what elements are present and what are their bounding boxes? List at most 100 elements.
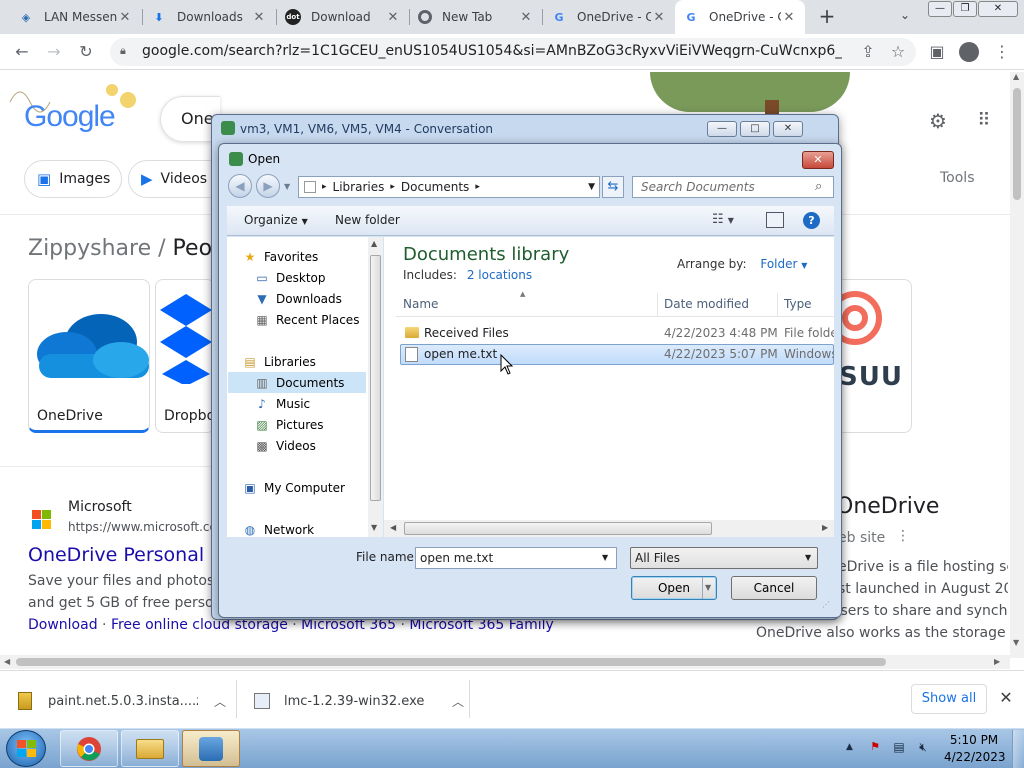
url-text[interactable]: google.com/search?rlz=1C1GCEU_enUS1054US…: [142, 43, 842, 61]
action-center-icon[interactable]: ⚑: [868, 740, 882, 754]
taskbar-lan-messenger[interactable]: [182, 730, 240, 767]
tab-new-tab[interactable]: New Tab ✕: [410, 0, 542, 34]
tab-lan-messenger[interactable]: ◈ LAN Messen ✕: [6, 0, 141, 34]
close-tab-icon[interactable]: ✕: [651, 10, 667, 25]
tab-download[interactable]: dot Download ✕: [277, 0, 409, 34]
nav-item-network[interactable]: ◍ Network: [242, 519, 314, 540]
scroll-up-icon[interactable]: ▲: [371, 239, 377, 248]
card-onedrive[interactable]: OneDrive: [28, 279, 150, 433]
chevron-up-icon[interactable]: ︿: [452, 693, 464, 710]
close-tab-icon[interactable]: ✕: [385, 10, 401, 25]
close-shelf-icon[interactable]: ✕: [996, 688, 1016, 710]
forward-arrow-icon[interactable]: ▶: [256, 174, 280, 198]
close-tab-icon[interactable]: ✕: [518, 10, 534, 25]
card-issuu[interactable]: SUU: [834, 279, 912, 433]
nav-item-favorites[interactable]: ★ Favorites: [242, 246, 319, 267]
tools-button[interactable]: Tools: [940, 170, 975, 186]
taskbar-chrome[interactable]: [60, 730, 118, 767]
close-icon[interactable]: ✕: [773, 121, 803, 137]
bookmark-star-icon[interactable]: ☆: [888, 42, 908, 62]
show-all-button[interactable]: Show all: [911, 684, 987, 714]
nav-item-pictures[interactable]: ▨ Pictures: [254, 414, 323, 435]
maximize-icon[interactable]: □: [740, 121, 770, 137]
column-name[interactable]: Name: [403, 297, 438, 311]
arrange-by-dropdown[interactable]: Folder ▼: [760, 257, 807, 271]
nav-item-libraries[interactable]: ▤ Libraries: [242, 351, 316, 372]
breadcrumb-documents[interactable]: Documents: [401, 180, 469, 194]
tab-downloads[interactable]: ⬇ Downloads ✕: [143, 0, 275, 34]
back-arrow-icon[interactable]: ◀: [228, 174, 252, 198]
recent-pages-chevron-icon[interactable]: ▼: [284, 182, 290, 191]
breadcrumb-libraries[interactable]: Libraries: [333, 180, 385, 194]
vertical-scrollbar[interactable]: ▲ ▼: [1010, 72, 1024, 658]
apps-grid-icon[interactable]: ⠿: [973, 110, 995, 132]
resize-grip-icon[interactable]: ⋰: [822, 600, 830, 609]
download-item-lmc[interactable]: lmc-1.2.39-win32.exe ︿: [254, 690, 474, 712]
nav-scrollbar[interactable]: ▲ ▼: [368, 237, 383, 537]
preview-pane-icon[interactable]: [766, 212, 784, 228]
forward-arrow-icon[interactable]: →: [44, 42, 64, 62]
dialog-close-button[interactable]: ✕: [802, 151, 834, 169]
split-arrow-icon[interactable]: ▼: [705, 577, 711, 599]
close-tab-icon[interactable]: ✕: [251, 10, 267, 25]
share-icon[interactable]: ⇪: [858, 42, 878, 62]
nav-item-documents[interactable]: ▥ Documents: [228, 372, 366, 393]
nav-item-desktop[interactable]: ▭ Desktop: [254, 267, 325, 288]
refresh-icon[interactable]: ⇆: [602, 176, 624, 198]
column-divider[interactable]: [777, 293, 778, 317]
nav-item-music[interactable]: ♪ Music: [254, 393, 310, 414]
result-url[interactable]: https://www.microsoft.com: [68, 520, 229, 534]
restore-icon[interactable]: ❐: [953, 1, 977, 17]
tab-onedrive-active[interactable]: G OneDrive - C ✕: [675, 0, 805, 34]
new-tab-button[interactable]: +: [816, 6, 838, 28]
breadcrumb-arrow-icon[interactable]: ▸: [475, 182, 480, 192]
scroll-down-icon[interactable]: ▼: [1013, 638, 1021, 647]
tab-search-chevron-icon[interactable]: ⌄: [895, 8, 915, 26]
scroll-right-icon[interactable]: ▶: [994, 657, 1000, 666]
google-logo[interactable]: Google: [24, 100, 116, 134]
dropdown-arrow-icon[interactable]: ▼: [602, 553, 608, 562]
search-icon[interactable]: ⌕: [815, 179, 822, 194]
sitelink-download[interactable]: Download: [28, 617, 98, 633]
organize-button[interactable]: Organize ▼: [244, 213, 308, 227]
column-divider[interactable]: [657, 293, 658, 317]
open-button[interactable]: Open ▼: [631, 576, 717, 600]
file-pane-horizontal-scrollbar[interactable]: ◀ ▶: [384, 520, 834, 537]
profile-avatar[interactable]: [959, 42, 979, 62]
column-date-modified[interactable]: Date modified: [664, 297, 749, 311]
change-view-icon[interactable]: ☷ ▼: [712, 212, 734, 227]
show-desktop-button[interactable]: [1012, 730, 1024, 768]
window-close-icon[interactable]: ✕: [978, 1, 1018, 17]
locations-link[interactable]: 2 locations: [467, 268, 532, 282]
scroll-down-icon[interactable]: ▼: [371, 523, 377, 532]
network-status-icon[interactable]: ▤: [892, 740, 906, 754]
card-dropbox[interactable]: Dropbo: [155, 279, 215, 433]
scroll-left-icon[interactable]: ◀: [4, 657, 10, 666]
file-name-input[interactable]: open me.txt ▼: [415, 547, 617, 569]
search-query[interactable]: One: [181, 109, 214, 128]
scroll-left-icon[interactable]: ◀: [390, 523, 396, 532]
search-documents-input[interactable]: Search Documents ⌕: [632, 176, 834, 198]
help-icon[interactable]: ?: [803, 212, 820, 229]
close-tab-icon[interactable]: ✕: [781, 10, 797, 25]
file-type-select[interactable]: All Files ▼: [630, 547, 818, 569]
new-folder-button[interactable]: New folder: [335, 213, 400, 227]
address-breadcrumb[interactable]: ▸ Libraries ▸ Documents ▸ ▼: [298, 176, 600, 198]
download-item-paintnet[interactable]: paint.net.5.0.3.insta....zip ︿: [18, 690, 238, 712]
scrollbar-thumb[interactable]: [370, 255, 381, 501]
nav-item-downloads[interactable]: ▼ Downloads: [254, 288, 342, 309]
settings-gear-icon[interactable]: ⚙: [927, 110, 949, 132]
close-tab-icon[interactable]: ✕: [117, 10, 133, 25]
address-dropdown-icon[interactable]: ▼: [588, 182, 595, 192]
scrollbar-thumb[interactable]: [404, 522, 712, 535]
result-title-link[interactable]: OneDrive Personal C: [28, 544, 223, 566]
volume-muted-icon[interactable]: 🔇︎: [916, 740, 930, 754]
nav-item-videos[interactable]: ▩ Videos: [254, 435, 316, 456]
chip-images[interactable]: ▣ Images: [24, 160, 122, 198]
side-panel-icon[interactable]: ▣: [927, 42, 947, 62]
nav-item-recent-places[interactable]: ▦ Recent Places: [254, 309, 359, 330]
taskbar-explorer[interactable]: [121, 730, 179, 767]
horizontal-scrollbar[interactable]: ◀ ▶: [0, 655, 1010, 669]
breadcrumb-arrow-icon[interactable]: ▸: [322, 182, 327, 192]
scroll-right-icon[interactable]: ▶: [822, 523, 828, 532]
